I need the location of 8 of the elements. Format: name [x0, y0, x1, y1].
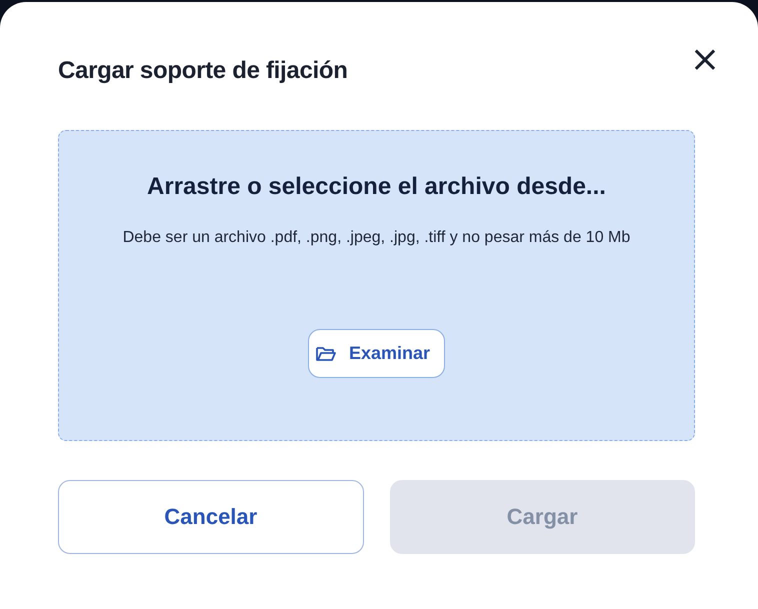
cancel-button[interactable]: Cancelar	[58, 480, 364, 554]
folder-icon	[314, 344, 337, 362]
browse-button[interactable]: Examinar	[308, 329, 446, 378]
close-button[interactable]: ×	[690, 42, 720, 78]
dropzone[interactable]: Arrastre o seleccione el archivo desde... Debe ser un archivo .pdf, .png, .jpeg, .jpg, .tiff y no pesar más de 10 Mb Examinar	[58, 130, 695, 441]
dropzone-heading: Arrastre o seleccione el archivo desde...	[147, 173, 606, 201]
dialog-title: Cargar soporte de fijación	[58, 57, 348, 85]
dropzone-description: Debe ser un archivo .pdf, .png, .jpeg, .jpg, .tiff y no pesar más de 10 Mb	[122, 228, 630, 248]
